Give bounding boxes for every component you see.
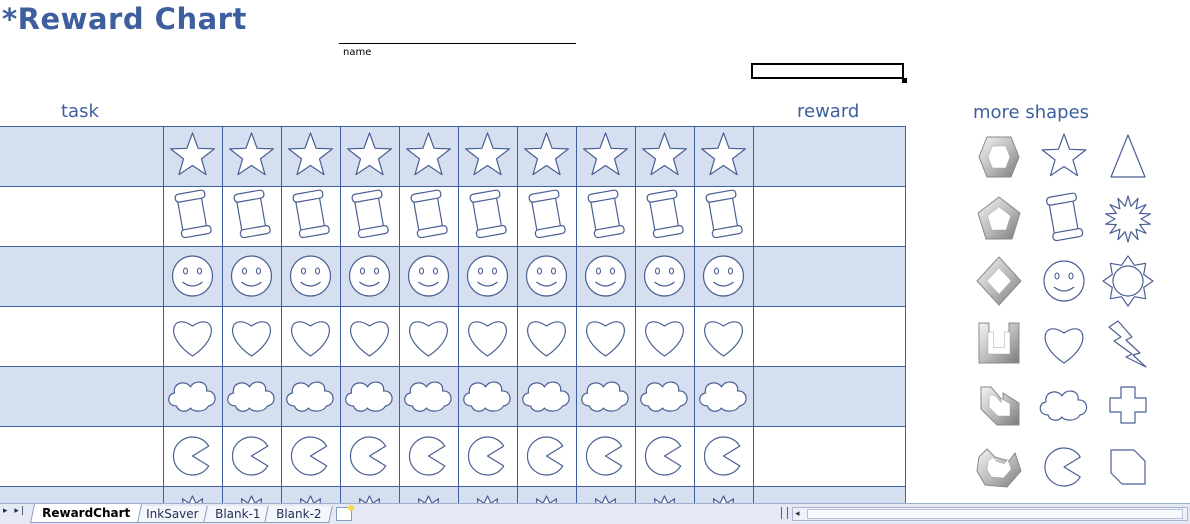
- pacman-icon[interactable]: [349, 436, 387, 476]
- more-shapes-panel[interactable]: [960, 126, 1160, 503]
- heart-icon[interactable]: [350, 321, 389, 357]
- scroll-left-arrow-icon[interactable]: ◂: [795, 509, 800, 519]
- row-shading: [0, 366, 906, 426]
- tab-label: RewardChart: [42, 506, 131, 520]
- bevel-hexagon-icon[interactable]: [978, 136, 1020, 178]
- sun-icon[interactable]: [1102, 255, 1154, 307]
- task-header: task: [61, 101, 99, 122]
- sheet-nav-arrows[interactable]: ▸ ▸|: [3, 506, 26, 516]
- bevel-u-icon[interactable]: [978, 322, 1020, 364]
- smiley-icon[interactable]: [702, 255, 745, 297]
- pacman-icon[interactable]: [231, 436, 269, 476]
- insert-sheet-icon[interactable]: [335, 505, 354, 521]
- pacman-icon[interactable]: [526, 436, 564, 476]
- grid-row-star[interactable]: [0, 126, 906, 186]
- scroll-icon[interactable]: [528, 189, 566, 239]
- cross-icon[interactable]: [1109, 386, 1147, 424]
- pacman-icon[interactable]: [408, 436, 446, 476]
- scroll-icon[interactable]: [469, 189, 507, 239]
- star-icon[interactable]: [1041, 133, 1087, 177]
- pacman-icon[interactable]: [644, 436, 682, 476]
- heart-icon[interactable]: [527, 321, 566, 357]
- smiley-icon[interactable]: [230, 255, 273, 297]
- sheet-title: *Reward Chart: [2, 2, 247, 36]
- grid-row-pacman[interactable]: [172, 436, 741, 476]
- tab-blank-2[interactable]: Blank-2: [264, 506, 334, 523]
- more-shapes-header: more shapes: [973, 102, 1090, 123]
- smiley-icon[interactable]: [289, 255, 332, 297]
- selected-cell[interactable]: [751, 63, 904, 79]
- smiley-icon[interactable]: [643, 255, 686, 297]
- scroll-icon[interactable]: [233, 189, 271, 239]
- heart-icon[interactable]: [1044, 328, 1084, 364]
- pacman-icon[interactable]: [703, 436, 741, 476]
- reward-grid[interactable]: [0, 126, 906, 506]
- pacman-icon[interactable]: [467, 436, 505, 476]
- scroll-icon[interactable]: [351, 189, 389, 239]
- pacman-icon[interactable]: [290, 436, 328, 476]
- pacman-icon[interactable]: [1044, 447, 1081, 487]
- starburst-icon[interactable]: [1105, 195, 1151, 243]
- name-underline: [339, 43, 576, 44]
- tab-inksaver[interactable]: InkSaver: [134, 506, 211, 523]
- tab-blank-1[interactable]: Blank-1: [202, 506, 272, 523]
- smiley-icon[interactable]: [1043, 260, 1085, 302]
- lightning-icon[interactable]: [1108, 320, 1147, 368]
- scroll-thumb[interactable]: [807, 509, 1183, 519]
- triangle-icon[interactable]: [1110, 134, 1146, 178]
- smiley-icon[interactable]: [171, 255, 214, 297]
- tab-rewardchart[interactable]: RewardChart: [29, 504, 143, 523]
- bevel-pentagon-icon[interactable]: [977, 196, 1021, 240]
- smiley-icon[interactable]: [584, 255, 627, 297]
- heart-icon[interactable]: [645, 321, 684, 357]
- scroll-icon[interactable]: [292, 189, 330, 239]
- horizontal-scrollbar[interactable]: ◂: [792, 507, 1188, 521]
- bevel-diamond-icon[interactable]: [976, 256, 1022, 306]
- tab-label: InkSaver: [146, 507, 199, 521]
- tab-label: Blank-2: [276, 507, 322, 521]
- heart-icon[interactable]: [232, 321, 271, 357]
- heart-icon[interactable]: [704, 321, 743, 357]
- grid-row-smiley[interactable]: [0, 246, 906, 306]
- smiley-icon[interactable]: [466, 255, 509, 297]
- scroll-icon[interactable]: [1046, 192, 1084, 242]
- heart-icon[interactable]: [173, 321, 212, 357]
- cloud-icon[interactable]: [1039, 390, 1088, 421]
- scroll-icon[interactable]: [646, 189, 684, 239]
- grid-row-cloud[interactable]: [0, 366, 906, 426]
- pacman-icon[interactable]: [585, 436, 623, 476]
- tab-label: Blank-1: [214, 507, 261, 521]
- smiley-icon[interactable]: [525, 255, 568, 297]
- smiley-icon[interactable]: [348, 255, 391, 297]
- scroll-icon[interactable]: [705, 189, 743, 239]
- row-shading: [0, 126, 906, 186]
- sheet-tabs: RewardChart InkSaver Blank-1 Blank-2: [29, 504, 354, 523]
- snipped-rect-icon[interactable]: [1110, 449, 1146, 485]
- tab-split-handle[interactable]: [781, 507, 788, 519]
- reward-grid-canvas[interactable]: [0, 126, 906, 506]
- row-shading: [0, 246, 906, 306]
- bevel-hook-icon[interactable]: [980, 386, 1020, 426]
- scroll-icon[interactable]: [587, 189, 625, 239]
- name-label: name: [343, 47, 372, 58]
- reward-header: reward: [797, 101, 860, 122]
- heart-icon[interactable]: [409, 321, 448, 357]
- scroll-icon[interactable]: [410, 189, 448, 239]
- heart-icon[interactable]: [291, 321, 330, 357]
- bevel-arc-icon[interactable]: [976, 448, 1022, 488]
- smiley-icon[interactable]: [407, 255, 450, 297]
- heart-icon[interactable]: [468, 321, 507, 357]
- pacman-icon[interactable]: [172, 436, 210, 476]
- fill-handle[interactable]: [902, 78, 907, 83]
- heart-icon[interactable]: [586, 321, 625, 357]
- scroll-icon[interactable]: [174, 189, 212, 239]
- sheet-tab-bar: ▸ ▸| RewardChart InkSaver Blank-1 Blank-…: [0, 503, 1190, 524]
